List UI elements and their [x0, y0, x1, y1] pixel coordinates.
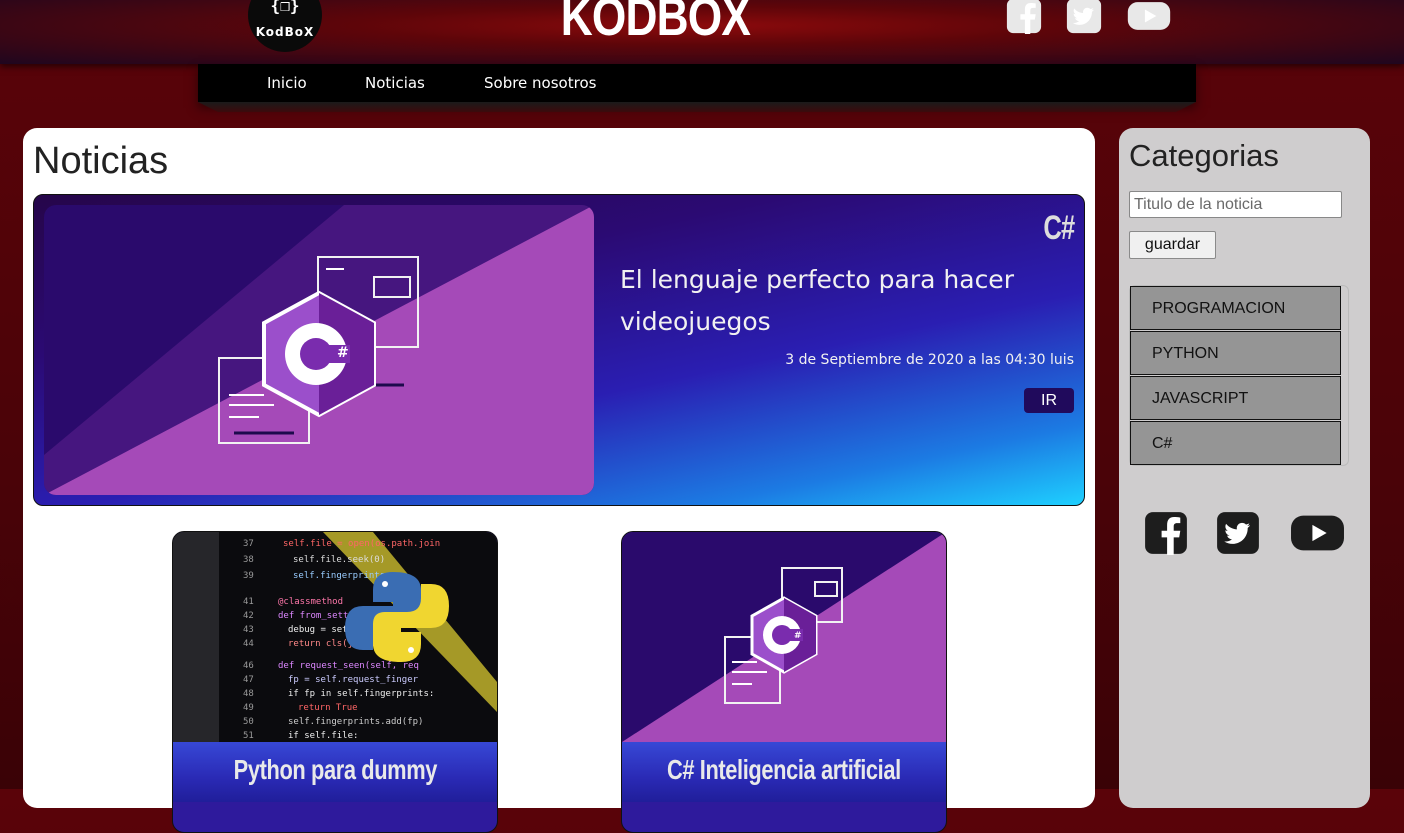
- category-item-python[interactable]: PYTHON: [1130, 331, 1341, 375]
- twitter-icon[interactable]: [1216, 509, 1260, 561]
- svg-text:37: 37: [243, 539, 254, 549]
- ir-button[interactable]: IR: [1024, 388, 1074, 413]
- sidebar: Categorias guardar PROGRAMACION PYTHON J…: [1119, 128, 1370, 808]
- site-logo[interactable]: {❒} KodBoX: [248, 0, 322, 52]
- svg-text:39: 39: [243, 571, 254, 581]
- save-button[interactable]: guardar: [1129, 231, 1216, 259]
- svg-text:48: 48: [243, 689, 254, 699]
- svg-text:if fp in self.fingerprints:: if fp in self.fingerprints:: [288, 689, 434, 699]
- featured-news[interactable]: # C# El lenguaje perfecto para hacer vid…: [33, 194, 1085, 506]
- nav-item-noticias[interactable]: Noticias: [365, 74, 425, 92]
- main-nav: Inicio Noticias Sobre nosotros: [198, 64, 1196, 102]
- logo-glyph: {❒}: [270, 0, 300, 15]
- featured-image: #: [44, 205, 594, 495]
- python-code-image: 37 self.file = open(os.path.join 38 self.f…: [173, 532, 497, 742]
- facebook-icon[interactable]: [1144, 509, 1188, 561]
- news-title-input[interactable]: [1129, 191, 1342, 218]
- svg-text:47: 47: [243, 675, 254, 685]
- featured-date: 3 de Septiembre de 2020 a las 04:30 luis: [785, 352, 1074, 368]
- twitter-icon[interactable]: [1066, 0, 1102, 36]
- youtube-icon[interactable]: [1290, 509, 1345, 561]
- svg-text:self.file = open(os.path.join: self.file = open(os.path.join: [283, 539, 440, 549]
- svg-text:#: #: [794, 631, 802, 641]
- svg-text:38: 38: [243, 555, 254, 565]
- csharp-image: #: [622, 532, 946, 742]
- svg-text:self.fingerprints.add(fp): self.fingerprints.add(fp): [288, 717, 423, 727]
- news-panel: Noticias # C# El lenguaje perfecto para …: [23, 128, 1095, 833]
- language-tag: C#: [1042, 209, 1075, 247]
- svg-text:43: 43: [243, 625, 254, 635]
- brand-title: KODBOX: [560, 0, 751, 47]
- nav-shadow: [198, 102, 1196, 112]
- svg-text:46: 46: [243, 661, 254, 671]
- youtube-icon[interactable]: [1127, 0, 1171, 36]
- facebook-icon[interactable]: [1006, 0, 1042, 36]
- page-title: Noticias: [33, 140, 169, 182]
- svg-text:self.fingerprints: self.fingerprints: [293, 571, 385, 581]
- svg-text:#: #: [337, 345, 349, 361]
- svg-text:if self.file:: if self.file:: [288, 731, 358, 741]
- nav-item-inicio[interactable]: Inicio: [267, 74, 307, 92]
- svg-text:@classmethod: @classmethod: [278, 597, 343, 607]
- svg-text:return True: return True: [298, 703, 358, 713]
- card-title[interactable]: C# Inteligencia artificial: [622, 742, 946, 802]
- category-item-programacion[interactable]: PROGRAMACION: [1130, 286, 1341, 330]
- featured-title[interactable]: El lenguaje perfecto para hacer videojue…: [620, 259, 1060, 343]
- category-item-csharp[interactable]: C#: [1130, 421, 1341, 465]
- logo-text: KodBoX: [255, 25, 315, 39]
- category-list: PROGRAMACION PYTHON JAVASCRIPT C#: [1129, 285, 1349, 466]
- category-item-javascript[interactable]: JAVASCRIPT: [1130, 376, 1341, 420]
- svg-text:42: 42: [243, 611, 254, 621]
- svg-text:44: 44: [243, 639, 254, 649]
- news-card-csharp[interactable]: # C# Inteligencia artificial: [621, 531, 947, 833]
- card-title[interactable]: Python para dummy: [173, 742, 497, 802]
- news-card-python[interactable]: 37 self.file = open(os.path.join 38 self.f…: [172, 531, 498, 833]
- svg-text:50: 50: [243, 717, 254, 727]
- svg-text:fp = self.request_finger: fp = self.request_finger: [288, 675, 419, 685]
- sidebar-title: Categorias: [1129, 138, 1279, 173]
- nav-item-sobre-nosotros[interactable]: Sobre nosotros: [484, 74, 596, 92]
- svg-text:def request_seen(self, req: def request_seen(self, req: [278, 661, 419, 671]
- site-header: {❒} KodBoX KODBOX: [0, 0, 1404, 64]
- svg-text:41: 41: [243, 597, 254, 607]
- svg-text:self.file.seek(0): self.file.seek(0): [293, 555, 385, 565]
- svg-text:49: 49: [243, 703, 254, 713]
- svg-text:51: 51: [243, 731, 254, 741]
